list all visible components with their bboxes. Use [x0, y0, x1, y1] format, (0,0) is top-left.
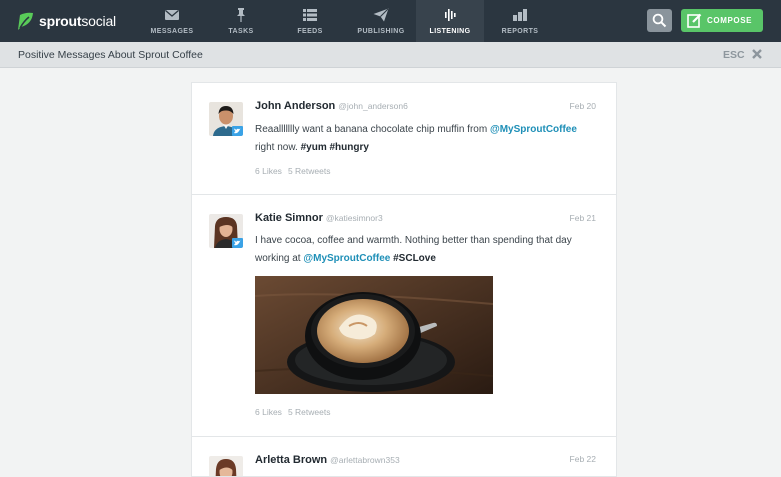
hashtag-link[interactable]: #yum [301, 142, 327, 153]
coffee-cup-photo [255, 276, 493, 394]
twitter-icon [234, 240, 241, 246]
author-handle[interactable]: @arlettabrown353 [330, 455, 400, 465]
avatar[interactable] [209, 456, 243, 476]
nav-listening[interactable]: LISTENING [416, 0, 484, 42]
twitter-badge [232, 126, 243, 136]
sprout-leaf-icon [18, 12, 33, 30]
esc-label[interactable]: ESC [723, 49, 745, 61]
nav-feeds[interactable]: FEEDS [276, 0, 344, 42]
compose-button[interactable]: COMPOSE [681, 9, 763, 32]
nav-publishing[interactable]: PUBLISHING [347, 0, 415, 42]
pin-icon [237, 8, 245, 22]
envelope-icon [165, 10, 179, 20]
post-date: Feb 20 [569, 101, 596, 111]
hashtag-link[interactable]: #SCLove [393, 253, 436, 264]
compose-label: COMPOSE [707, 16, 753, 25]
twitter-badge [232, 238, 243, 248]
nav-listening-label: LISTENING [429, 28, 471, 35]
retweets-count[interactable]: 5 Retweets [288, 407, 331, 417]
search-icon [652, 13, 667, 28]
hashtag-link[interactable]: #hungry [330, 142, 369, 153]
likes-count[interactable]: 6 Likes [255, 166, 282, 176]
brand-name: sproutsocial [39, 13, 116, 29]
compose-icon [687, 13, 702, 28]
post-stats: 6 Likes 5 Retweets [255, 166, 330, 176]
author-name[interactable]: Katie Simnor @katiesimnor3 [255, 212, 383, 224]
close-icon[interactable] [750, 47, 764, 61]
listening-subheader: Positive Messages About Sprout Coffee ES… [0, 42, 781, 68]
mention-link[interactable]: @MySproutCoffee [490, 124, 577, 135]
bar-chart-icon [513, 9, 527, 21]
mention-link[interactable]: @MySproutCoffee [303, 253, 390, 264]
nav-tasks[interactable]: TASKS [207, 0, 275, 42]
author-handle[interactable]: @katiesimnor3 [326, 213, 383, 223]
nav-reports[interactable]: REPORTS [486, 0, 554, 42]
likes-count[interactable]: 6 Likes [255, 407, 282, 417]
message-feed: John Anderson @john_anderson6 Feb 20 Reaa… [191, 82, 617, 477]
message-card[interactable]: Katie Simnor @katiesimnor3 Feb 21 I have … [192, 195, 616, 437]
nav-publishing-label: PUBLISHING [357, 28, 405, 35]
sprout-social-logo[interactable]: sproutsocial [17, 11, 116, 31]
nav-messages[interactable]: MESSAGES [138, 0, 206, 42]
page-title: Positive Messages About Sprout Coffee [18, 49, 203, 61]
post-date: Feb 22 [569, 454, 596, 464]
nav-reports-label: REPORTS [501, 28, 539, 35]
top-nav-bar: sproutsocial MESSAGES TASKS FEEDS PUBLIS… [0, 0, 781, 42]
message-card[interactable]: Arletta Brown @arlettabrown353 Feb 22 [192, 437, 616, 476]
avatar[interactable] [209, 214, 243, 248]
post-stats: 6 Likes 5 Retweets [255, 407, 330, 417]
nav-messages-label: MESSAGES [150, 28, 194, 35]
retweets-count[interactable]: 5 Retweets [288, 166, 331, 176]
paper-plane-icon [373, 8, 389, 22]
post-date: Feb 21 [569, 213, 596, 223]
search-button[interactable] [647, 9, 672, 32]
avatar-photo-icon [209, 456, 243, 476]
list-icon [303, 9, 317, 21]
post-image[interactable] [255, 276, 493, 394]
waveform-icon [445, 9, 456, 21]
message-card[interactable]: John Anderson @john_anderson6 Feb 20 Reaa… [192, 83, 616, 195]
author-name[interactable]: Arletta Brown @arlettabrown353 [255, 454, 400, 466]
post-text: I have cocoa, coffee and warmth. Nothing… [255, 235, 572, 264]
author-name[interactable]: John Anderson @john_anderson6 [255, 100, 408, 112]
post-text: Reaallllllly want a banana chocolate chi… [255, 124, 577, 153]
nav-feeds-label: FEEDS [297, 28, 323, 35]
twitter-icon [234, 128, 241, 134]
nav-tasks-label: TASKS [228, 28, 254, 35]
avatar[interactable] [209, 102, 243, 136]
author-handle[interactable]: @john_anderson6 [338, 101, 408, 111]
